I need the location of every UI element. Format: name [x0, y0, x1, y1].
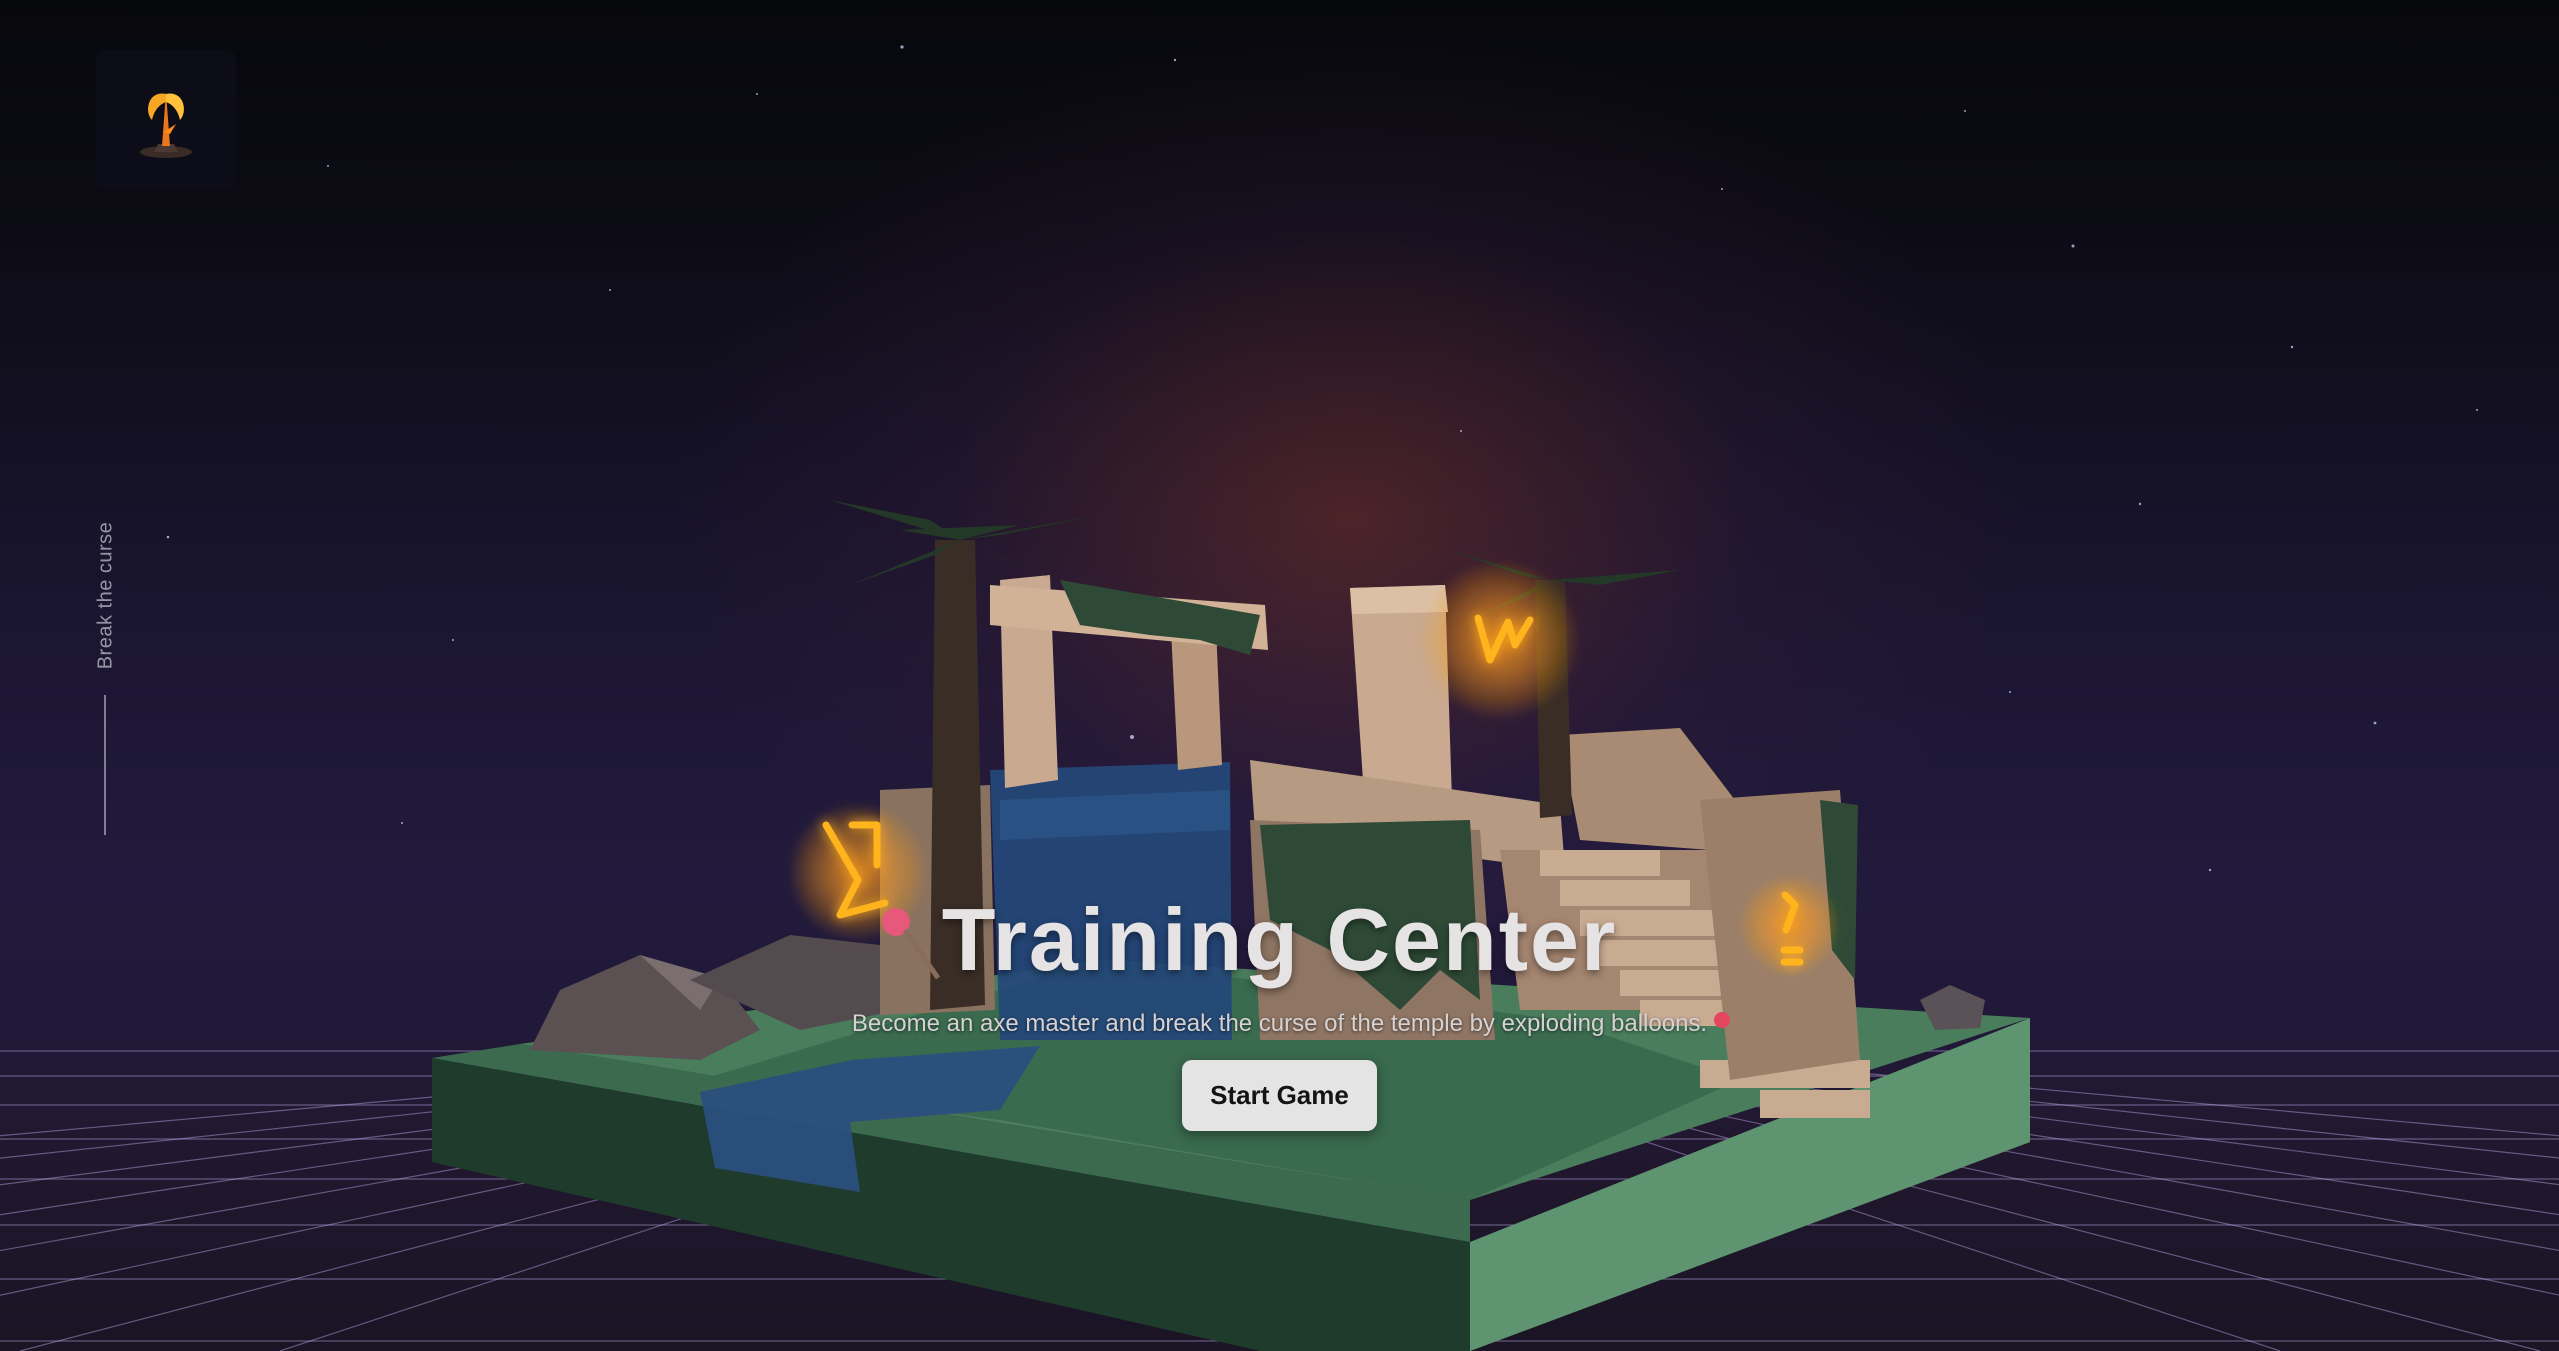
- tagline-divider-line: [104, 695, 106, 835]
- hero-section: Training Center Become an axe master and…: [0, 890, 2559, 1131]
- vertical-tagline: Break the curse: [88, 520, 124, 670]
- page-title: Training Center: [941, 890, 1618, 989]
- flaming-axe-icon: [140, 92, 192, 158]
- tagline-text: Break the curse: [94, 521, 117, 669]
- game-logo[interactable]: [96, 50, 236, 190]
- start-game-button[interactable]: Start Game: [1182, 1060, 1377, 1131]
- game-viewport[interactable]: Break the curse Training Center Become a…: [0, 0, 2559, 1351]
- temple-island-scene: [432, 500, 2030, 1351]
- page-subtitle: Become an axe master and break the curse…: [851, 1010, 1708, 1037]
